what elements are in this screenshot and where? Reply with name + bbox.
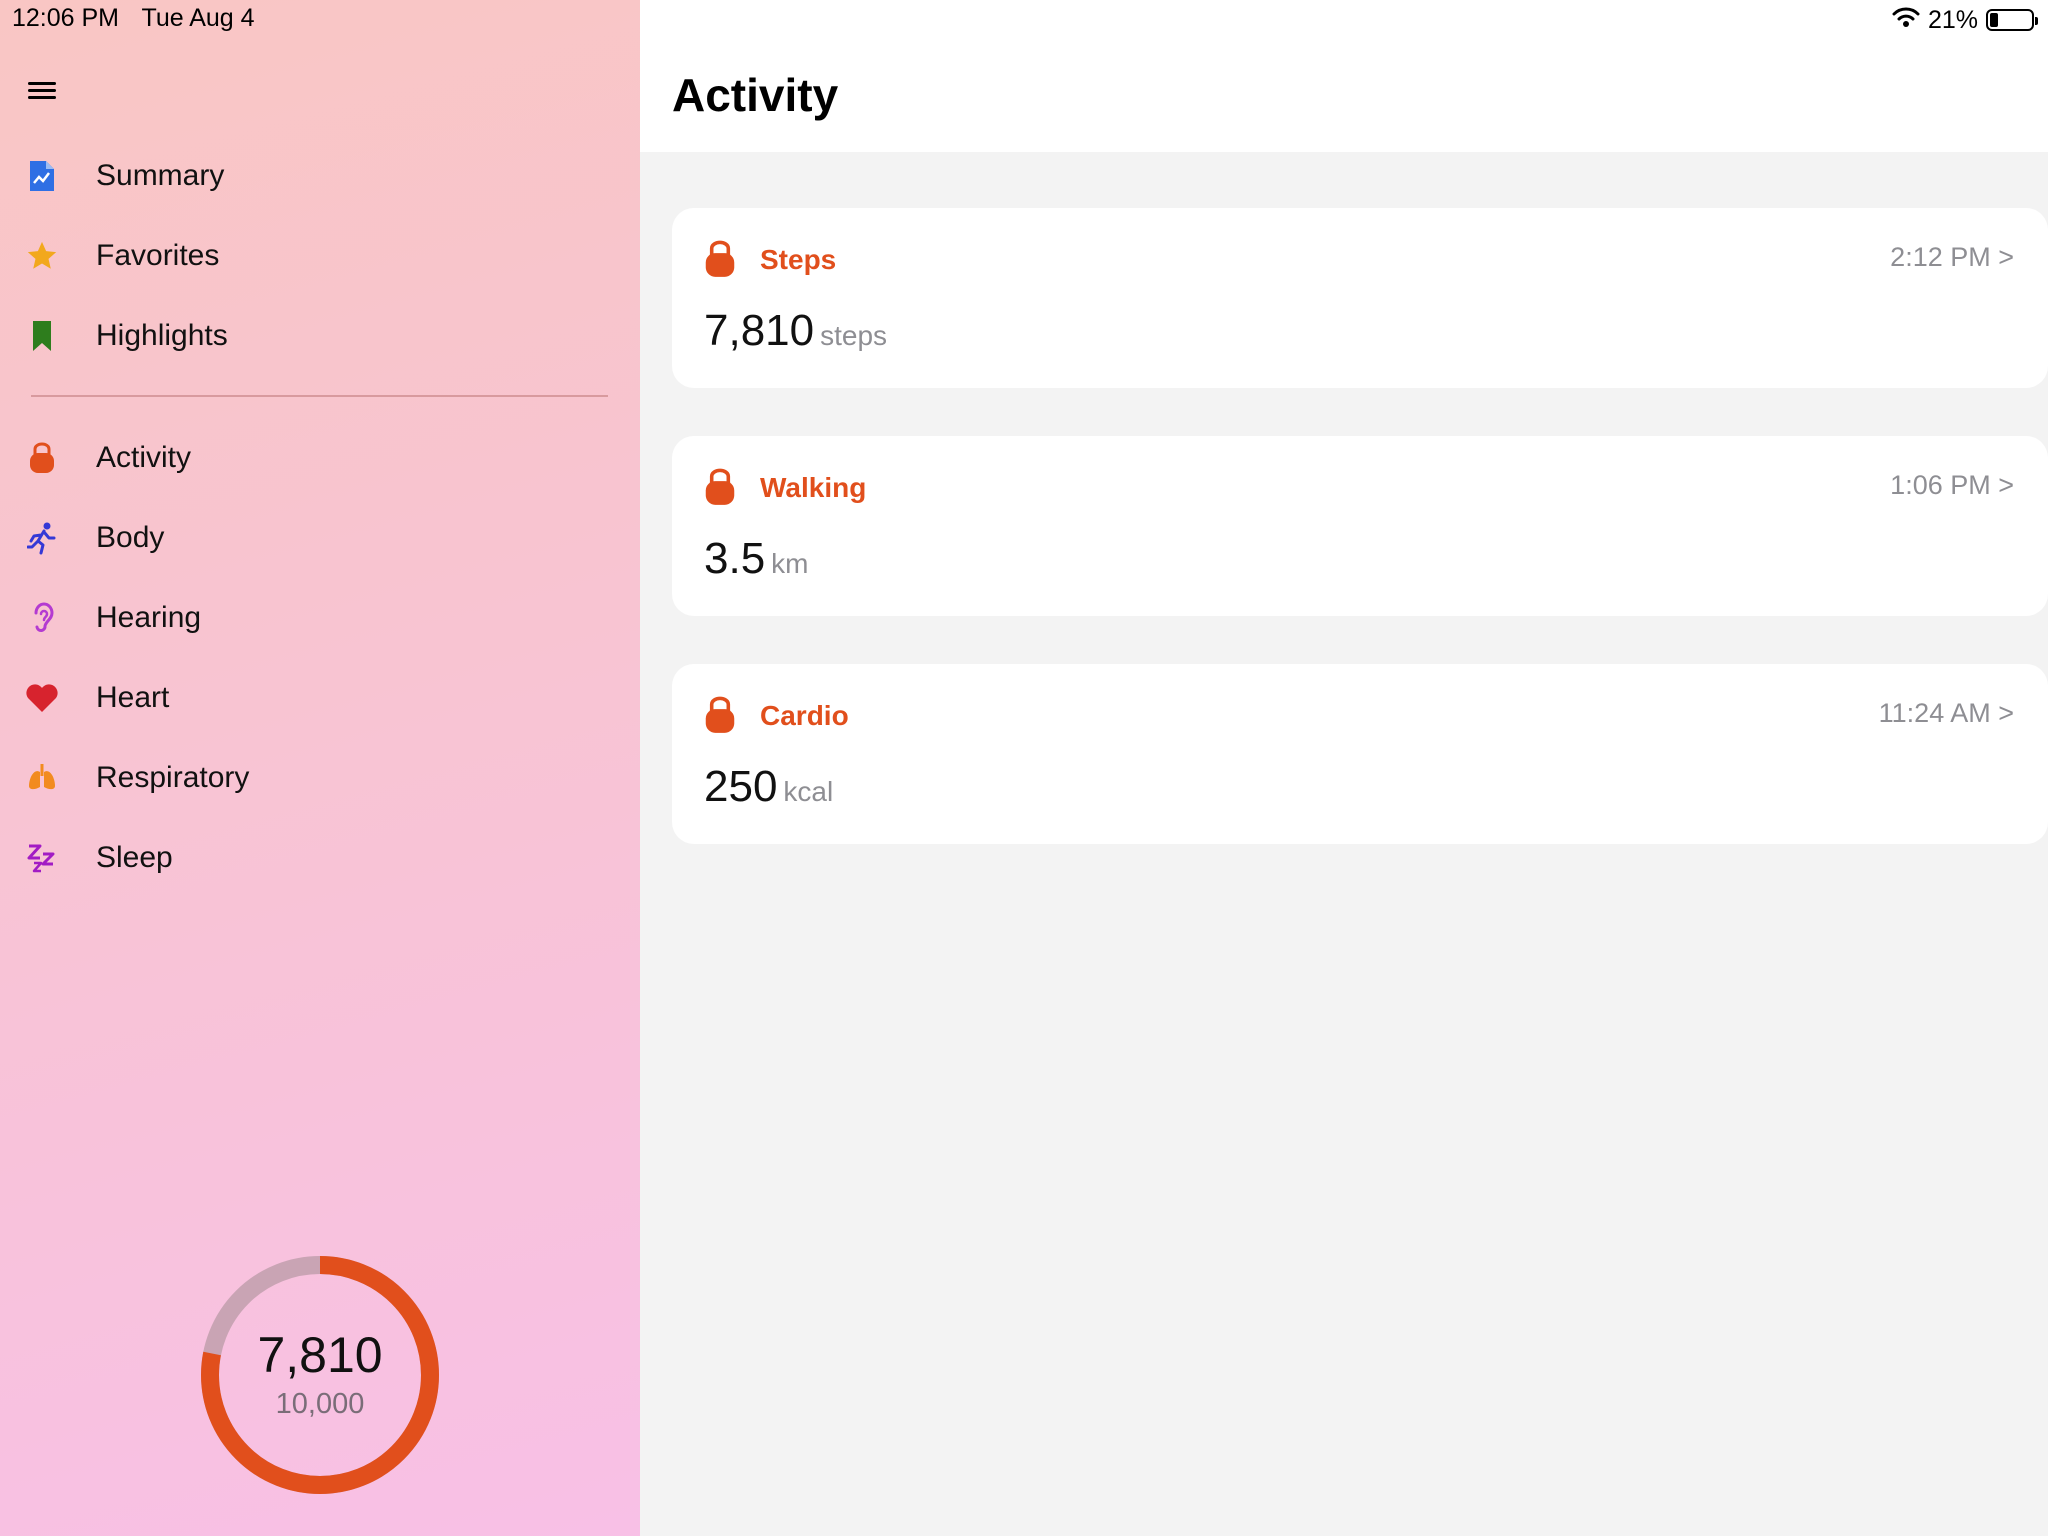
sidebar: 12:06 PM Tue Aug 4 Summary Favorites Hig… (0, 0, 640, 1536)
card-time: 11:24 AM > (1878, 698, 2014, 728)
zzz-icon (24, 840, 60, 876)
sidebar-divider (31, 395, 608, 397)
sidebar-item-label: Favorites (96, 239, 220, 272)
star-icon (24, 238, 60, 274)
kettlebell-icon (24, 440, 60, 476)
card-time: 1:06 PM > (1890, 470, 2014, 500)
sidebar-item-label: Summary (96, 159, 225, 192)
battery-icon (1986, 9, 2038, 31)
main-content: 21% Activity Steps 2:12 PM > 7,810 steps … (640, 0, 2048, 1536)
progress-value: 7,810 (257, 1327, 383, 1383)
menu-icon[interactable] (28, 82, 56, 104)
battery-percent: 21% (1927, 5, 1978, 34)
progress-goal: 10,000 (275, 1388, 365, 1420)
bookmark-icon (24, 318, 60, 354)
card-value: 3.5 (704, 534, 766, 583)
sidebar-item-sleep[interactable]: Sleep (24, 830, 173, 886)
status-time: 12:06 PM (12, 4, 120, 32)
steps-progress-ring: 7,810 10,000 (199, 1254, 441, 1496)
chart-document-icon (24, 158, 60, 194)
card-unit: kcal (783, 776, 834, 807)
heart-icon (24, 680, 60, 716)
sidebar-item-highlights[interactable]: Highlights (24, 308, 228, 364)
card-title: Walking (760, 472, 867, 503)
card-cardio[interactable]: Cardio 11:24 AM > 250 kcal (672, 664, 2048, 844)
sidebar-item-respiratory[interactable]: Respiratory (24, 750, 249, 806)
kettlebell-icon (705, 240, 735, 277)
card-value: 7,810 (704, 306, 815, 355)
kettlebell-icon (705, 468, 735, 505)
sidebar-item-heart[interactable]: Heart (24, 670, 169, 726)
card-steps[interactable]: Steps 2:12 PM > 7,810 steps (672, 208, 2048, 388)
card-unit: km (771, 548, 809, 579)
sidebar-item-label: Activity (96, 441, 192, 474)
sidebar-item-label: Highlights (96, 319, 228, 352)
page-title: Activity (672, 69, 839, 121)
sidebar-item-activity[interactable]: Activity (24, 430, 191, 486)
card-walking[interactable]: Walking 1:06 PM > 3.5 km (672, 436, 2048, 616)
sidebar-item-favorites[interactable]: Favorites (24, 228, 219, 284)
sidebar-item-label: Heart (96, 681, 170, 714)
card-time: 2:12 PM > (1890, 242, 2014, 272)
kettlebell-icon (705, 696, 735, 733)
card-value: 250 (704, 762, 778, 811)
sidebar-item-hearing[interactable]: Hearing (24, 590, 201, 646)
sidebar-item-summary[interactable]: Summary (24, 148, 224, 204)
lungs-icon (24, 760, 60, 796)
card-unit: steps (820, 320, 888, 351)
running-figure-icon (24, 520, 60, 556)
sidebar-item-label: Hearing (96, 601, 202, 634)
status-bar-right: 21% (1892, 4, 2038, 36)
card-title: Steps (760, 244, 837, 275)
header: 21% Activity (640, 0, 2048, 152)
sidebar-item-label: Respiratory (96, 761, 250, 794)
ear-icon (24, 600, 60, 636)
sidebar-item-body[interactable]: Body (24, 510, 164, 566)
status-bar-left: 12:06 PM Tue Aug 4 (12, 4, 271, 33)
card-title: Cardio (760, 700, 849, 731)
status-date: Tue Aug 4 (141, 4, 255, 32)
wifi-icon (1892, 6, 1920, 35)
sidebar-item-label: Sleep (96, 841, 173, 874)
sidebar-item-label: Body (96, 521, 165, 554)
